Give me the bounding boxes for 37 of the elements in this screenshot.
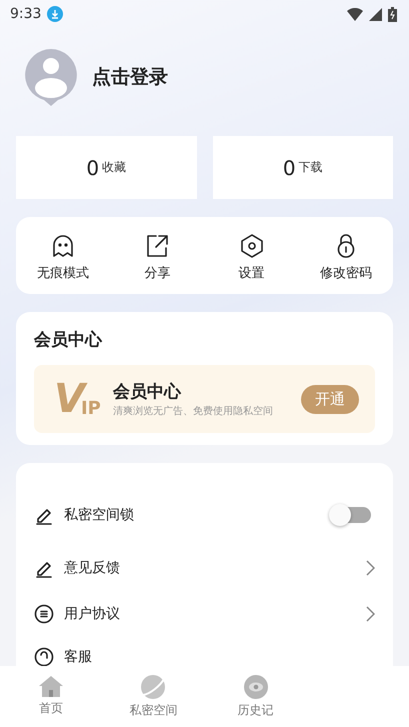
signal-icon	[369, 8, 382, 20]
shortcut-label[interactable]: 修改密码	[320, 264, 372, 282]
banner-title: 会员中心	[112, 381, 182, 403]
planet-icon	[140, 674, 166, 700]
tab-label[interactable]: 首页	[39, 700, 64, 717]
download-icon	[47, 6, 64, 22]
battery-icon	[388, 6, 397, 22]
headset-icon	[34, 647, 54, 666]
banner-subtitle: 清爽浏览无广告、免费使用隐私空间	[112, 404, 274, 418]
tab-label[interactable]: 私密空间	[129, 702, 178, 719]
vip-logo: VIP	[54, 379, 101, 419]
list-icon	[34, 604, 54, 624]
vip-banner[interactable]: VIP 会员中心 清爽浏览无广告、免费使用隐私空间 开通	[34, 365, 375, 433]
section-title: 会员中心	[34, 329, 104, 351]
setting-label[interactable]: 私密空间锁	[64, 506, 321, 524]
home-icon	[38, 674, 64, 698]
avatar-icon[interactable]	[24, 48, 78, 106]
chevron-icon	[365, 606, 375, 622]
setting-label[interactable]: 用户协议	[64, 605, 355, 623]
eye-icon	[242, 674, 269, 700]
stat-count: 0	[282, 156, 296, 180]
chevron-icon	[365, 560, 375, 576]
shortcut-label[interactable]: 设置	[238, 264, 265, 282]
shortcut-label[interactable]: 分享	[144, 264, 170, 282]
stat-label: 收藏	[102, 159, 126, 176]
tab-label[interactable]: 历史记	[238, 702, 274, 719]
settings-icon	[238, 233, 265, 259]
share-icon	[144, 233, 170, 259]
wifi-icon	[347, 8, 363, 20]
stat-label: 下载	[298, 159, 323, 176]
status-time: 9:33	[10, 6, 42, 22]
login-prompt[interactable]: 点击登录	[92, 64, 168, 90]
setting-label[interactable]: 客服	[64, 648, 375, 666]
setting-label[interactable]: 意见反馈	[64, 559, 355, 577]
shortcut-label[interactable]: 无痕模式	[37, 264, 90, 282]
stat-count: 0	[86, 156, 100, 180]
toggle-switch[interactable]	[331, 507, 371, 523]
